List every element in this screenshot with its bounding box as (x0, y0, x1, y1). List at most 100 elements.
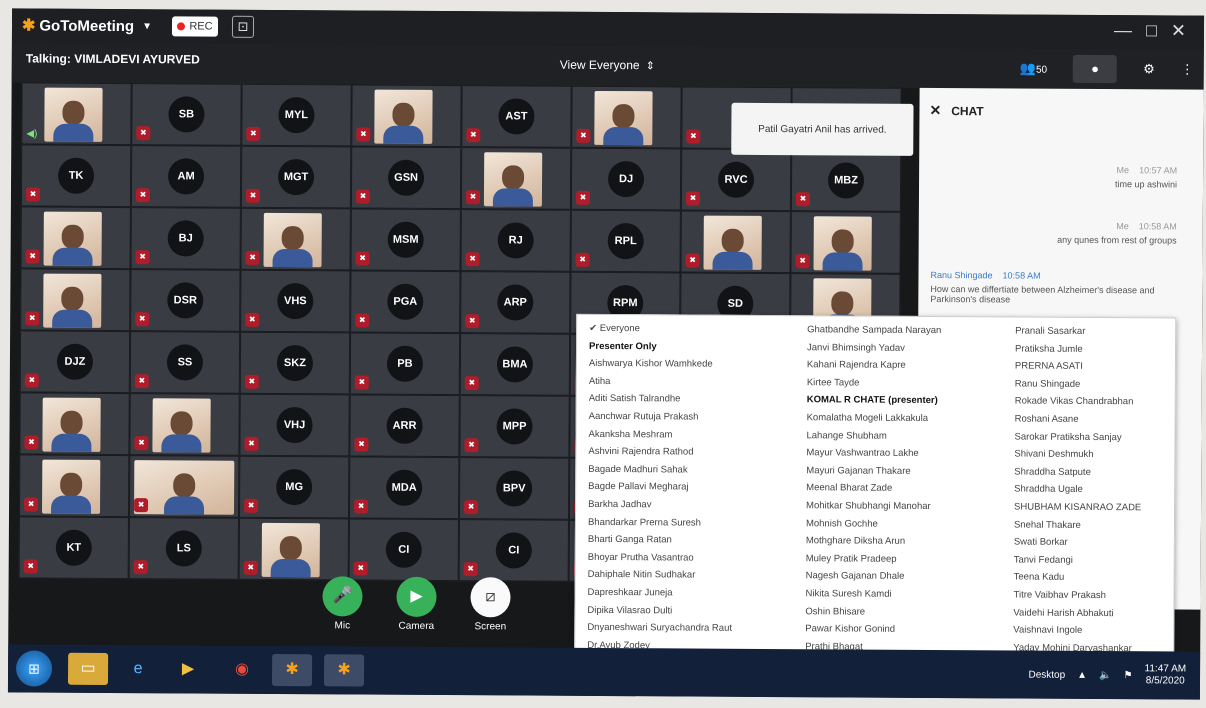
recipient-option[interactable]: KOMAL R CHATE (presenter) (807, 395, 1007, 414)
recipient-option[interactable]: Shraddha Satpute (1014, 466, 1174, 485)
recipient-option[interactable]: Oshin Bhisare (805, 606, 1005, 625)
recipient-option[interactable]: Akanksha Meshram (588, 428, 788, 447)
participant-tile[interactable]: ✖ (19, 392, 130, 456)
participant-tile[interactable]: RJ ✖ (460, 209, 571, 272)
recipient-option[interactable]: Mothghare Diksha Arun (806, 535, 1006, 554)
media-player-icon[interactable]: ▶ (168, 653, 208, 685)
recipient-option[interactable]: Vaidehi Harish Abhakuti (1013, 607, 1173, 626)
participant-tile[interactable]: TK ✖ (20, 144, 132, 208)
recipient-option[interactable]: Kirtee Tayde (807, 377, 1007, 396)
recipient-option[interactable]: Muley Pratik Pradeep (806, 553, 1006, 572)
recipient-option[interactable]: Pranali Sasarkar (1015, 325, 1175, 344)
participant-tile[interactable]: ✖ (571, 85, 682, 149)
participant-tile[interactable]: CI ✖ (458, 519, 569, 582)
participant-tile[interactable]: VHS ✖ (240, 269, 351, 333)
recipient-option[interactable]: Tanvi Fedangi (1014, 554, 1174, 573)
participant-tile[interactable]: ✖ (128, 455, 240, 518)
recipient-option[interactable]: Snehal Thakare (1014, 519, 1174, 538)
recipient-option[interactable]: Kahani Rajendra Kapre (807, 359, 1007, 378)
participant-tile[interactable]: MGT ✖ (240, 145, 352, 209)
attendees-button[interactable]: 👥50 (1020, 61, 1047, 77)
lock-icon[interactable]: ⊡ (231, 15, 255, 38)
participant-tile[interactable]: ARP ✖ (460, 271, 571, 334)
recipient-option[interactable]: Bharti Ganga Ratan (588, 534, 788, 553)
participant-tile[interactable]: AST ✖ (461, 85, 572, 148)
participant-tile[interactable]: MPP ✖ (459, 395, 570, 458)
flag-icon[interactable]: ⚑ (1124, 670, 1133, 681)
recipient-option[interactable]: Shraddha Ugale (1014, 484, 1174, 503)
recipient-option[interactable]: Dnyaneshwari Suryachandra Raut (587, 622, 787, 641)
recipient-option[interactable]: Vaishnavi Ingole (1013, 625, 1173, 644)
recipient-option[interactable]: Mohitkar Shubhangi Manohar (806, 500, 1006, 519)
participant-tile[interactable]: ✖ (18, 454, 130, 518)
recipient-option[interactable]: Swati Borkar (1014, 537, 1174, 556)
participant-tile[interactable]: CI ✖ (348, 518, 459, 582)
recipient-option[interactable]: Dipika Vilasrao Dulti (587, 604, 787, 623)
file-explorer-icon[interactable]: ▭ (67, 652, 109, 685)
participant-tile[interactable]: SB ✖ (131, 83, 242, 146)
participant-tile[interactable]: MBZ ✖ (790, 149, 902, 212)
participant-tile[interactable]: BPV ✖ (458, 457, 570, 520)
participant-tile[interactable]: DJ ✖ (570, 147, 682, 211)
recipient-option[interactable]: Titre Vaibhav Prakash (1013, 589, 1173, 608)
recipient-option[interactable]: Mohnish Gochhe (806, 518, 1006, 537)
recipient-option[interactable]: Nagesh Gajanan Dhale (806, 571, 1006, 590)
recipient-option[interactable]: Rokade Vikas Chandrabhan (1015, 396, 1175, 415)
participant-tile[interactable]: DSR ✖ (130, 269, 241, 332)
recipient-option[interactable]: Ghatbandhe Sampada Narayan (807, 324, 1007, 343)
recipient-option[interactable]: Presenter Only (589, 340, 789, 359)
recipient-option[interactable]: Pratiksha Jumle (1015, 343, 1175, 362)
recipient-option[interactable]: PRERNA ASATI (1015, 361, 1175, 380)
participant-tile[interactable]: ✖ (351, 84, 462, 148)
close-icon[interactable]: ✕ (1171, 20, 1186, 41)
recipient-option[interactable]: Ranu Shingade (1015, 378, 1175, 397)
participant-tile[interactable]: ✖ (240, 207, 351, 271)
participant-tile[interactable]: ✖ (20, 268, 131, 332)
recipient-option[interactable]: Janvi Bhimsingh Yadav (807, 342, 1007, 361)
view-selector[interactable]: View Everyone ⇕ (560, 58, 655, 73)
participant-tile[interactable]: BMA ✖ (459, 333, 571, 396)
recipient-option[interactable]: SHUBHAM KISANRAO ZADE (1014, 501, 1174, 520)
more-options-icon[interactable]: ⋮ (1181, 62, 1194, 78)
participant-tile[interactable]: MDA ✖ (348, 456, 460, 520)
recipient-option-selected[interactable]: ✔ Everyone (589, 323, 789, 342)
participant-tile[interactable]: PGA ✖ (350, 270, 461, 334)
recipient-option[interactable]: Ashvini Rajendra Rathod (588, 446, 788, 465)
recipient-option[interactable]: Mayur Vashwantrao Lakhe (806, 447, 1006, 466)
internet-explorer-icon[interactable]: e (118, 653, 158, 685)
participant-tile[interactable]: MYL ✖ (241, 83, 352, 147)
participant-tile[interactable]: ✖ (129, 393, 240, 456)
minimize-icon[interactable]: — (1114, 20, 1132, 41)
participant-tile[interactable]: ✖ (238, 517, 349, 581)
recipient-option[interactable]: Bagade Madhuri Sahak (588, 464, 788, 483)
participant-tile[interactable]: SS ✖ (129, 331, 241, 394)
participant-tile[interactable]: GSN ✖ (350, 146, 462, 210)
settings-gear-icon[interactable]: ⚙ (1143, 61, 1155, 77)
participant-tile[interactable]: ◀) (21, 82, 132, 146)
participant-tile[interactable]: ✖ (680, 210, 791, 274)
participant-tile[interactable]: VHJ ✖ (239, 393, 350, 457)
chrome-icon[interactable]: ◉ (222, 654, 262, 686)
participant-tile[interactable]: LS ✖ (128, 517, 239, 580)
recipient-option[interactable]: Dahiphale Nitin Sudhakar (588, 569, 788, 588)
camera-button[interactable]: ▶ Camera (392, 576, 440, 632)
volume-icon[interactable]: 🔈 (1099, 670, 1112, 681)
participant-tile[interactable]: ARR ✖ (349, 394, 460, 458)
record-button[interactable]: REC (171, 16, 219, 37)
recipient-option[interactable]: Aanchwar Rutuja Prakash (589, 411, 789, 430)
tray-arrow-icon[interactable]: ▲ (1077, 669, 1087, 680)
screen-button[interactable]: ⧄ Screen (466, 577, 514, 632)
recipient-option[interactable]: Teena Kadu (1014, 572, 1174, 591)
participant-tile[interactable]: SKZ ✖ (239, 331, 351, 395)
participant-tile[interactable]: RPL ✖ (570, 209, 681, 273)
recipient-option[interactable]: Bhoyar Prutha Vasantrao (588, 552, 788, 571)
participant-tile[interactable]: ✖ (460, 147, 572, 210)
recipient-option[interactable]: Aditi Satish Talrandhe (589, 393, 789, 412)
recipient-option[interactable]: Meenal Bharat Zade (806, 483, 1006, 502)
clock[interactable]: 11:47 AM 8/5/2020 (1144, 663, 1187, 687)
close-chat-icon[interactable]: ✕ (929, 102, 941, 118)
recipient-option[interactable]: Aishwarya Kishor Wamhkede (589, 358, 789, 377)
recipient-option[interactable]: Pawar Kishor Gonind (805, 623, 1005, 642)
maximize-icon[interactable]: □ (1146, 20, 1157, 41)
recipient-option[interactable]: Bagde Pallavi Megharaj (588, 481, 788, 500)
